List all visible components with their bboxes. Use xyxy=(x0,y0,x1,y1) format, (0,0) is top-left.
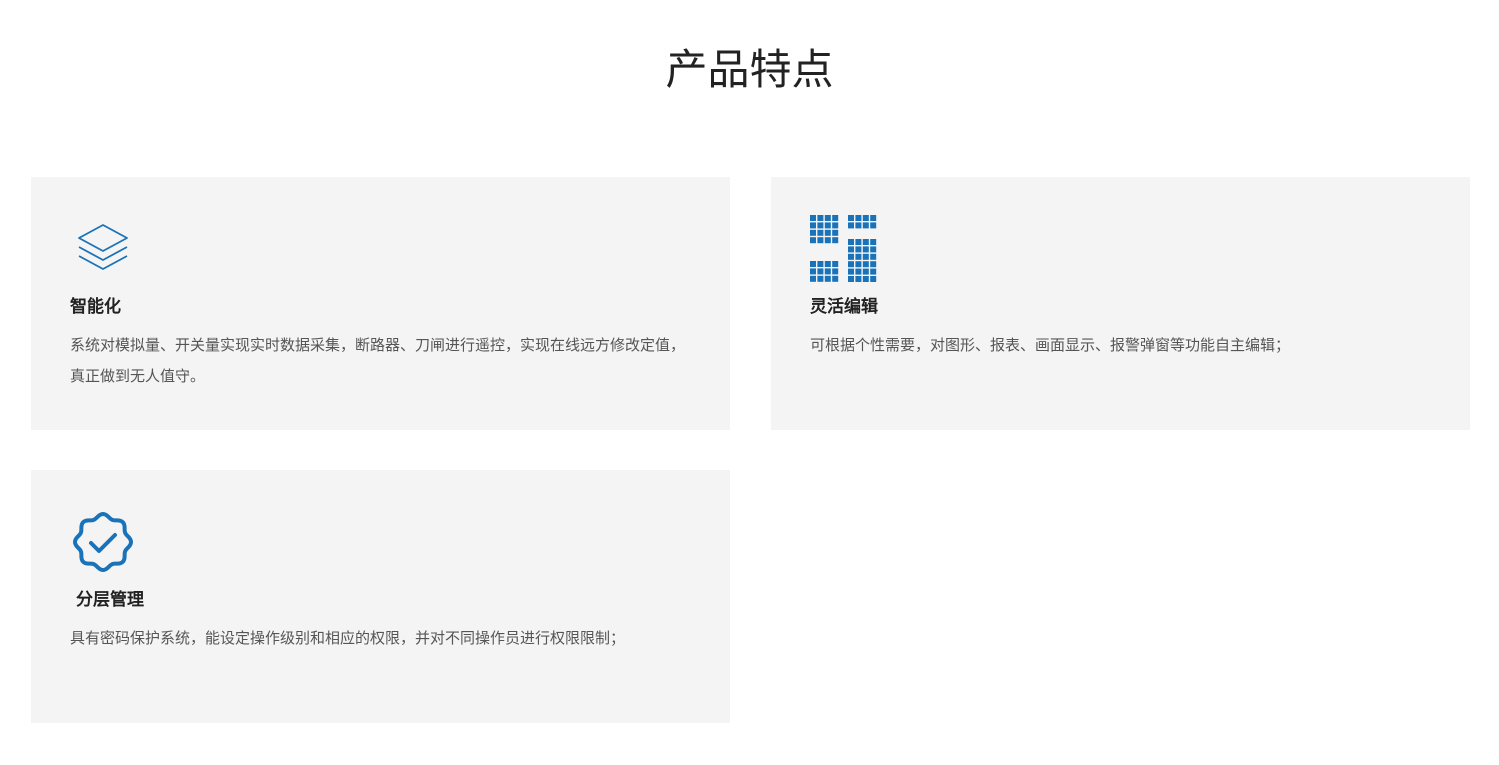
verified-badge-icon xyxy=(73,512,133,572)
feature-card-intelligent: 智能化 系统对模拟量、开关量实现实时数据采集，断路器、刀闸进行遥控，实现在线远方… xyxy=(31,177,730,430)
feature-card-layered-management: 分层管理 具有密码保护系统，能设定操作级别和相应的权限，并对不同操作员进行权限限… xyxy=(31,470,730,723)
page-title: 产品特点 xyxy=(665,45,834,94)
feature-description: 系统对模拟量、开关量实现实时数据采集，断路器、刀闸进行遥控，实现在线远方修改定值… xyxy=(70,336,686,385)
grid-modules-icon xyxy=(810,215,877,282)
feature-card-flexible-edit: 灵活编辑 可根据个性需要，对图形、报表、画面显示、报警弹窗等功能自主编辑； xyxy=(771,177,1470,430)
feature-title: 智能化 xyxy=(70,297,121,317)
layers-icon xyxy=(78,224,128,270)
feature-title: 分层管理 xyxy=(76,590,144,610)
feature-description: 具有密码保护系统，能设定操作级别和相应的权限，并对不同操作员进行权限限制； xyxy=(70,629,626,647)
feature-title: 灵活编辑 xyxy=(810,297,878,317)
feature-description: 可根据个性需要，对图形、报表、画面显示、报警弹窗等功能自主编辑； xyxy=(810,336,1291,354)
